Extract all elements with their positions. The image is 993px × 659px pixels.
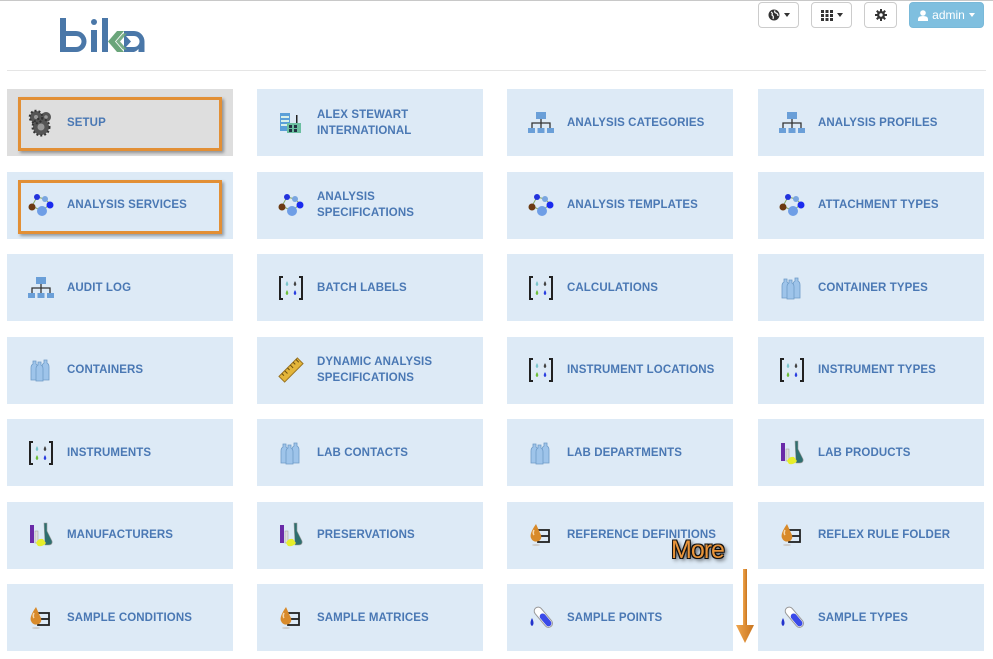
gear-icon: [874, 9, 887, 21]
tile-sample-matrices[interactable]: SAMPLE MATRICES: [257, 584, 483, 651]
tile-attachment-types[interactable]: ATTACHMENT TYPES: [758, 171, 984, 239]
grid-icon: [820, 9, 833, 21]
tile-lab-departments[interactable]: LAB DEPARTMENTS: [507, 419, 733, 486]
drop-table-icon: [27, 604, 55, 632]
tile-label: CONTAINER TYPES: [818, 281, 928, 294]
molecule-icon: [527, 191, 555, 219]
bottles-icon: [277, 439, 305, 467]
tile-containers[interactable]: CONTAINERS: [7, 336, 233, 404]
molecule-icon: [778, 191, 806, 219]
top-navigation: admin: [758, 2, 984, 28]
tile-label: CONTAINERS: [67, 364, 144, 376]
tile-label: ANALYSIS SERVICES: [67, 199, 187, 211]
flasks-icon: [27, 521, 55, 549]
chevron-down-icon: [968, 13, 975, 17]
tile-sample-conditions[interactable]: SAMPLE CONDITIONS: [7, 584, 233, 651]
tile-sample-types[interactable]: SAMPLE TYPES: [758, 584, 984, 651]
test-tube-icon: [527, 604, 555, 632]
drop-table-icon: [778, 521, 806, 549]
tile-label: SAMPLE MATRICES: [317, 611, 429, 624]
tile-label: SAMPLE CONDITIONS: [67, 611, 193, 624]
tile-label: ANALYSIS PROFILES: [818, 116, 938, 129]
tile-label: ANALYSIS CATEGORIES: [567, 116, 705, 129]
chevron-down-icon: [836, 13, 843, 17]
drop-table-icon: [527, 521, 555, 549]
gears-icon: [27, 109, 55, 137]
hierarchy-icon: [27, 274, 55, 302]
tile-analysis-categories[interactable]: ANALYSIS CATEGORIES: [507, 89, 733, 156]
tile-label: REFLEX RULE FOLDER: [818, 529, 951, 541]
tile-label: ANALYSIS TEMPLATES: [567, 199, 698, 211]
tile-reflex-rule-folder[interactable]: REFLEX RULE FOLDER: [758, 501, 984, 569]
hierarchy-icon: [778, 109, 806, 137]
matrix-drops-icon: [27, 439, 55, 467]
molecule-icon: [277, 191, 305, 219]
ruler-icon: [277, 356, 305, 384]
hierarchy-icon: [527, 109, 555, 137]
tile-label: ATTACHMENT TYPES: [818, 199, 939, 211]
tile-label: SETUP: [67, 116, 106, 129]
tile-instrument-types[interactable]: INSTRUMENT TYPES: [758, 336, 984, 404]
tile-analysis-specifications[interactable]: ANALYSIS SPECIFICATIONS: [257, 171, 483, 239]
bika-logo[interactable]: [58, 17, 148, 55]
flasks-icon: [277, 521, 305, 549]
test-tube-icon: [778, 604, 806, 632]
user-name: admin: [932, 8, 965, 22]
flasks-icon: [778, 439, 806, 467]
tile-analysis-profiles[interactable]: ANALYSIS PROFILES: [758, 89, 984, 156]
tile-lab-products[interactable]: LAB PRODUCTS: [758, 419, 984, 486]
tile-label: AUDIT LOG: [67, 281, 132, 294]
tile-lab-contacts[interactable]: LAB CONTACTS: [257, 419, 483, 486]
globe-icon: [768, 9, 779, 21]
tile-manufacturers[interactable]: MANUFACTURERS: [7, 501, 233, 569]
user-icon: [918, 9, 929, 21]
bottles-icon: [527, 439, 555, 467]
language-menu-button[interactable]: [758, 2, 799, 28]
tile-label: PRESERVATIONS: [317, 529, 415, 541]
building-icon: [277, 109, 305, 137]
tile-label: LAB PRODUCTS: [818, 446, 911, 459]
tile-label: LAB DEPARTMENTS: [567, 446, 683, 459]
tile-alex-stewart-international[interactable]: ALEX STEWART INTERNATIONAL: [257, 89, 483, 156]
tile-audit-log[interactable]: AUDIT LOG: [7, 254, 233, 321]
apps-menu-button[interactable]: [811, 2, 852, 28]
drop-table-icon: [277, 604, 305, 632]
tile-label: BATCH LABELS: [317, 281, 407, 294]
tile-instruments[interactable]: INSTRUMENTS: [7, 419, 233, 486]
tile-analysis-services[interactable]: ANALYSIS SERVICES: [7, 171, 233, 239]
tile-label: INSTRUMENTS: [67, 446, 152, 459]
molecule-icon: [27, 191, 55, 219]
matrix-drops-icon: [527, 274, 555, 302]
tile-calculations[interactable]: CALCULATIONS: [507, 254, 733, 321]
tile-batch-labels[interactable]: BATCH LABELS: [257, 254, 483, 321]
tile-label: DYNAMIC ANALYSIS SPECIFICATIONS: [317, 356, 433, 384]
more-annotation-label: More: [671, 536, 725, 564]
tile-label: ALEX STEWART INTERNATIONAL: [317, 108, 412, 137]
header-divider: [7, 70, 986, 71]
matrix-drops-icon: [527, 356, 555, 384]
bottles-icon: [27, 356, 55, 384]
tile-dynamic-analysis-specifications[interactable]: DYNAMIC ANALYSIS SPECIFICATIONS: [257, 336, 483, 404]
user-menu-button[interactable]: admin: [909, 2, 984, 28]
tile-label: LAB CONTACTS: [317, 446, 409, 459]
matrix-drops-icon: [277, 274, 305, 302]
tile-label: SAMPLE TYPES: [818, 611, 909, 624]
tile-analysis-templates[interactable]: ANALYSIS TEMPLATES: [507, 171, 733, 239]
chevron-down-icon: [783, 13, 790, 17]
tile-label: CALCULATIONS: [567, 281, 659, 294]
tile-label: MANUFACTURERS: [67, 529, 174, 541]
tile-sample-points[interactable]: SAMPLE POINTS: [507, 584, 733, 651]
tile-preservations[interactable]: PRESERVATIONS: [257, 501, 483, 569]
arrow-down-icon: [736, 569, 754, 643]
matrix-drops-icon: [778, 356, 806, 384]
settings-button[interactable]: [864, 2, 897, 28]
tile-setup[interactable]: SETUP: [7, 89, 233, 156]
tile-instrument-locations[interactable]: INSTRUMENT LOCATIONS: [507, 336, 733, 404]
bottles-icon: [778, 274, 806, 302]
tile-label: ANALYSIS SPECIFICATIONS: [317, 191, 415, 219]
tile-label: INSTRUMENT TYPES: [818, 364, 936, 376]
tile-label: SAMPLE POINTS: [567, 611, 663, 624]
tile-label: INSTRUMENT LOCATIONS: [567, 364, 715, 376]
tile-container-types[interactable]: CONTAINER TYPES: [758, 254, 984, 321]
